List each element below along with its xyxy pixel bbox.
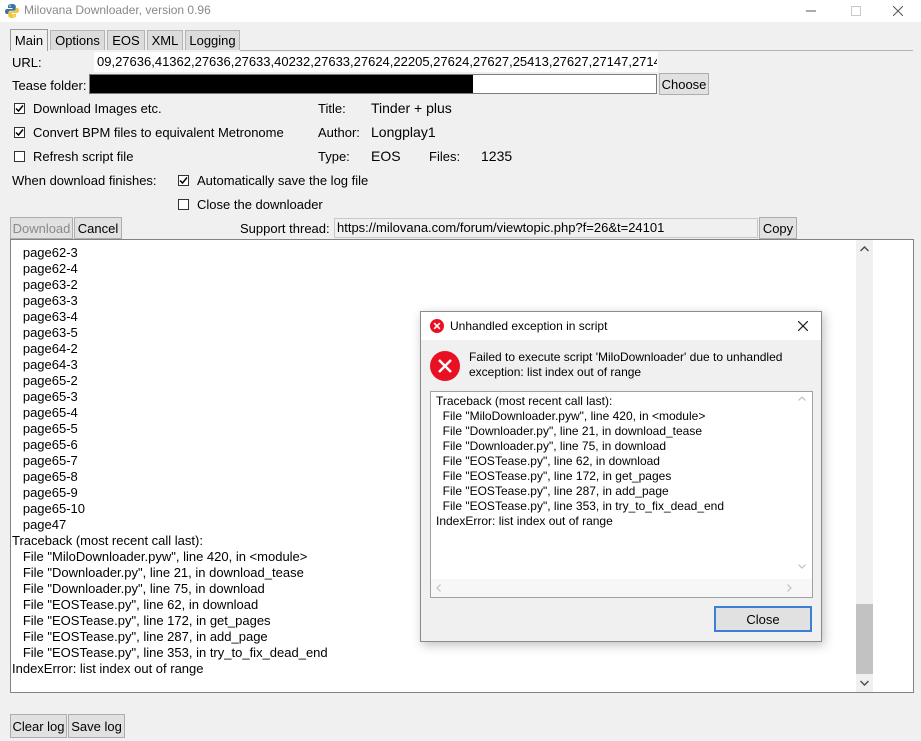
scroll-left-icon[interactable] xyxy=(436,584,441,592)
checkmark-icon xyxy=(179,177,188,185)
error-large-icon xyxy=(430,351,460,381)
error-icon xyxy=(430,319,444,333)
scroll-up-icon[interactable] xyxy=(860,246,869,252)
auto-save-log-checkbox[interactable] xyxy=(178,175,189,186)
traceback-line: File "EOSTease.py", line 62, in download xyxy=(436,454,660,468)
redacted-folder-path xyxy=(90,75,473,93)
traceback-line: File "MiloDownloader.pyw", line 420, in … xyxy=(436,409,706,423)
log-line: File "EOSTease.py", line 353, in try_to_… xyxy=(12,645,328,660)
traceback-line: File "Downloader.py", line 75, in downlo… xyxy=(436,439,666,453)
tease-folder-input[interactable] xyxy=(89,74,657,94)
checkmark-icon xyxy=(15,129,24,137)
url-label: URL: xyxy=(12,55,42,70)
tab-divider xyxy=(240,50,913,51)
close-downloader-checkbox[interactable] xyxy=(178,199,189,210)
files-label: Files: xyxy=(429,149,461,164)
dialog-close-x-button[interactable] xyxy=(795,318,811,334)
traceback-content: Traceback (most recent call last): File … xyxy=(436,394,724,529)
log-line: page63-3 xyxy=(12,293,78,308)
cancel-button[interactable]: Cancel xyxy=(74,217,122,239)
log-line: IndexError: list index out of range xyxy=(12,661,204,676)
scroll-right-icon[interactable] xyxy=(787,584,792,592)
tab-eos[interactable]: EOS xyxy=(107,30,145,50)
convert-bpm-checkbox[interactable] xyxy=(14,127,25,138)
window-title: Milovana Downloader, version 0.96 xyxy=(24,3,211,17)
traceback-line: File "EOSTease.py", line 172, in get_pag… xyxy=(436,469,672,483)
minimize-icon xyxy=(806,10,816,12)
tease-title-value: Tinder + plus xyxy=(371,100,452,116)
convert-bpm-label: Convert BPM files to equivalent Metronom… xyxy=(33,125,284,140)
log-line: page63-2 xyxy=(12,277,78,292)
dialog-message: Failed to execute script 'MiloDownloader… xyxy=(469,350,783,379)
scroll-up-icon[interactable] xyxy=(798,396,806,401)
log-line: page62-3 xyxy=(12,245,78,260)
dialog-titlebar[interactable]: Unhandled exception in script xyxy=(421,312,821,340)
save-log-button[interactable]: Save log xyxy=(68,714,125,738)
scroll-down-icon[interactable] xyxy=(860,680,869,686)
support-thread-url[interactable]: https://milovana.com/forum/viewtopic.php… xyxy=(334,218,758,238)
traceback-line: File "Downloader.py", line 21, in downlo… xyxy=(436,424,703,438)
window-titlebar[interactable]: Milovana Downloader, version 0.96 xyxy=(0,0,921,22)
log-scrollbar[interactable] xyxy=(856,240,873,692)
author-value: Longplay1 xyxy=(371,124,436,140)
minimize-button[interactable] xyxy=(788,0,834,22)
python-app-icon xyxy=(5,4,19,18)
close-downloader-label: Close the downloader xyxy=(197,197,323,212)
choose-button[interactable]: Choose xyxy=(659,73,709,95)
download-button[interactable]: Download xyxy=(10,217,73,239)
dialog-close-button[interactable]: Close xyxy=(714,606,812,632)
checkmark-icon xyxy=(15,105,24,113)
download-images-checkbox[interactable] xyxy=(14,103,25,114)
tab-xml[interactable]: XML xyxy=(147,30,183,50)
auto-save-log-label: Automatically save the log file xyxy=(197,173,369,188)
tab-options[interactable]: Options xyxy=(50,30,105,50)
tab-main[interactable]: Main xyxy=(10,29,48,51)
maximize-icon xyxy=(851,6,861,16)
dialog-title: Unhandled exception in script xyxy=(450,319,608,333)
copy-button[interactable]: Copy xyxy=(759,217,797,239)
type-label: Type: xyxy=(318,149,350,164)
close-icon xyxy=(798,321,808,331)
close-icon xyxy=(893,6,903,16)
author-label: Author: xyxy=(318,125,360,140)
maximize-button[interactable] xyxy=(833,0,879,22)
log-scrollbar-thumb[interactable] xyxy=(856,604,873,674)
when-download-finishes-label: When download finishes: xyxy=(12,173,157,188)
type-value: EOS xyxy=(371,148,401,164)
refresh-script-label: Refresh script file xyxy=(33,149,134,164)
window-close-button[interactable] xyxy=(875,0,921,22)
refresh-script-checkbox[interactable] xyxy=(14,151,25,162)
support-thread-label: Support thread: xyxy=(240,221,330,236)
traceback-line: File "EOSTease.py", line 287, in add_pag… xyxy=(436,484,669,498)
url-input[interactable]: 09,27636,41362,27636,27633,40232,27633,2… xyxy=(94,52,658,72)
download-images-label: Download Images etc. xyxy=(33,101,162,116)
error-dialog[interactable]: Unhandled exception in script Failed to … xyxy=(420,311,822,642)
scroll-down-icon[interactable] xyxy=(798,564,806,569)
traceback-line: File "EOSTease.py", line 353, in try_to_… xyxy=(436,499,725,513)
log-line: page62-4 xyxy=(12,261,78,276)
tease-folder-label: Tease folder: xyxy=(12,78,87,93)
traceback-line: IndexError: list index out of range xyxy=(436,514,613,528)
files-value: 1235 xyxy=(481,148,513,164)
tab-logging[interactable]: Logging xyxy=(185,30,240,50)
traceback-hscrollbar[interactable] xyxy=(431,579,812,597)
traceback-line: Traceback (most recent call last): xyxy=(436,394,613,408)
title-label: Title: xyxy=(318,101,346,116)
clear-log-button[interactable]: Clear log xyxy=(10,714,67,738)
traceback-textbox[interactable]: Traceback (most recent call last): File … xyxy=(430,391,813,598)
